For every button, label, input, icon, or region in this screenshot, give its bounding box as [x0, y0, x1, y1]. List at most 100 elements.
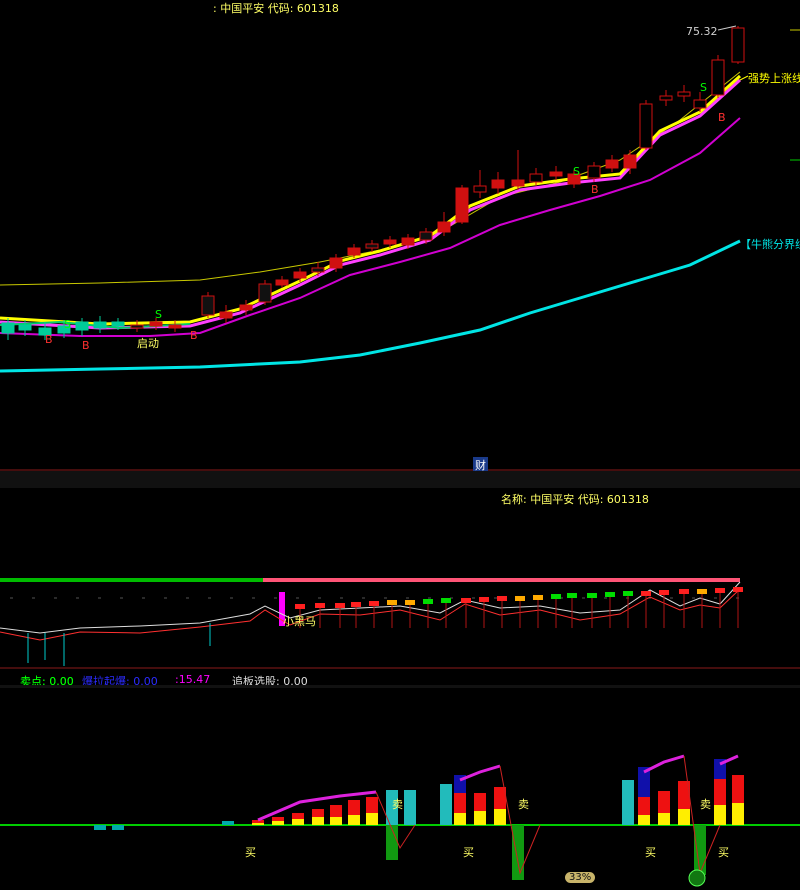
candle-body	[659, 95, 673, 101]
candle-body	[639, 103, 653, 149]
green-bar	[512, 825, 524, 880]
signal-b: B	[82, 339, 90, 352]
signal-block	[587, 593, 597, 598]
bull-bear-label: 【牛熊分界线	[740, 238, 800, 251]
yellow-bar	[272, 821, 284, 825]
candle-body	[18, 324, 32, 331]
red-bar	[658, 791, 670, 813]
red-bar	[714, 779, 726, 805]
yellow-bar	[330, 817, 342, 825]
candle-body	[623, 154, 637, 169]
strong-line-label: 强势上涨线	[748, 72, 800, 85]
price-high-label: 75.32	[686, 25, 718, 38]
signal-block	[641, 591, 651, 596]
candle-body	[383, 239, 397, 245]
red-bar	[474, 793, 486, 811]
buy-label: 买	[645, 846, 656, 859]
signal-block	[715, 588, 725, 593]
signal-block	[423, 599, 433, 604]
candle-body	[365, 243, 379, 249]
yellow-bar	[366, 813, 378, 825]
buy-label: 买	[718, 846, 729, 859]
red-bar	[638, 797, 650, 815]
red-bar	[252, 820, 264, 823]
small-bar	[112, 825, 124, 830]
red-bar	[454, 793, 466, 813]
green-bar	[694, 825, 706, 875]
candle-body	[587, 165, 601, 179]
refresh-icon	[688, 869, 706, 887]
ma-mid-line	[0, 78, 742, 330]
yellow-bar	[312, 817, 324, 825]
signal-block	[551, 594, 561, 599]
label-pointer	[739, 75, 749, 81]
candle-body	[149, 321, 163, 327]
signal-pane[interactable]: 买 买 买 买 卖 卖 卖 33%	[0, 688, 800, 890]
signal-block	[441, 598, 451, 603]
indicator-pane[interactable]: 名称: 中国平安 代码: 601318 小黑马 卖点: 0.00	[0, 488, 800, 688]
red-bar	[292, 813, 304, 819]
signal-block	[697, 589, 707, 594]
signal-block	[623, 591, 633, 596]
candle-body	[347, 247, 361, 256]
red-bar	[330, 805, 342, 817]
yellow-bar	[638, 815, 650, 825]
signal-block	[351, 602, 361, 607]
signal-block	[533, 595, 543, 600]
signal-s: S	[573, 165, 580, 178]
signal-s: S	[700, 81, 707, 94]
candle-body	[455, 187, 469, 223]
mid-header: 名称: 中国平安 代码: 601318	[501, 493, 649, 506]
indicator-line-red	[0, 588, 741, 641]
start-label: 启动	[137, 337, 159, 350]
yellow-bar	[474, 811, 486, 825]
pane-separator[interactable]	[0, 471, 800, 488]
signal-block	[315, 603, 325, 608]
candle-body	[219, 311, 233, 319]
red-bar	[312, 809, 324, 817]
signal-block	[387, 600, 397, 605]
indicator-line-white	[0, 581, 741, 634]
magenta-curve	[643, 754, 685, 774]
candle-body	[201, 295, 215, 316]
strong-up-line	[0, 74, 742, 326]
buy-label: 买	[463, 846, 474, 859]
signal-s: S	[155, 308, 162, 321]
bull-bear-line	[0, 239, 741, 373]
cyan-bar	[622, 780, 634, 825]
signal-b: B	[190, 329, 198, 342]
candle-body	[75, 321, 89, 331]
indicator-chart[interactable]	[0, 488, 800, 672]
signal-b: B	[718, 111, 726, 124]
candle-body	[731, 27, 745, 63]
sell-label: 卖	[518, 798, 529, 811]
main-chart-pane[interactable]: : 中国平安 代码: 601318 75.32 强势上涨线 【牛熊分界线 启动 …	[0, 0, 800, 473]
signal-block	[479, 597, 489, 602]
signal-block	[461, 598, 471, 603]
main-header: : 中国平安 代码: 601318	[213, 2, 339, 15]
candle-body	[473, 185, 487, 193]
signal-chart[interactable]	[0, 688, 800, 890]
candle-body	[419, 231, 433, 241]
yellow-bar	[292, 819, 304, 825]
small-bar	[94, 825, 106, 830]
ma-slow-line	[0, 117, 741, 337]
candle-body	[491, 179, 505, 189]
red-bar	[366, 797, 378, 813]
candle-body	[111, 321, 125, 327]
signal-b: B	[45, 333, 53, 346]
candle-body	[168, 324, 182, 329]
signal-block	[733, 587, 743, 592]
red-bar	[732, 775, 744, 803]
candle-body	[677, 91, 691, 97]
candle-body	[239, 304, 253, 311]
cyan-bar	[404, 790, 416, 825]
candle-body	[401, 237, 415, 246]
cyan-bar	[440, 784, 452, 825]
signal-block	[659, 590, 669, 595]
signal-block	[679, 589, 689, 594]
candle-body	[711, 59, 725, 96]
dark-horse-label: 小黑马	[283, 615, 316, 628]
percent-badge[interactable]: 33%	[565, 872, 596, 883]
candlestick-chart[interactable]	[0, 0, 800, 471]
